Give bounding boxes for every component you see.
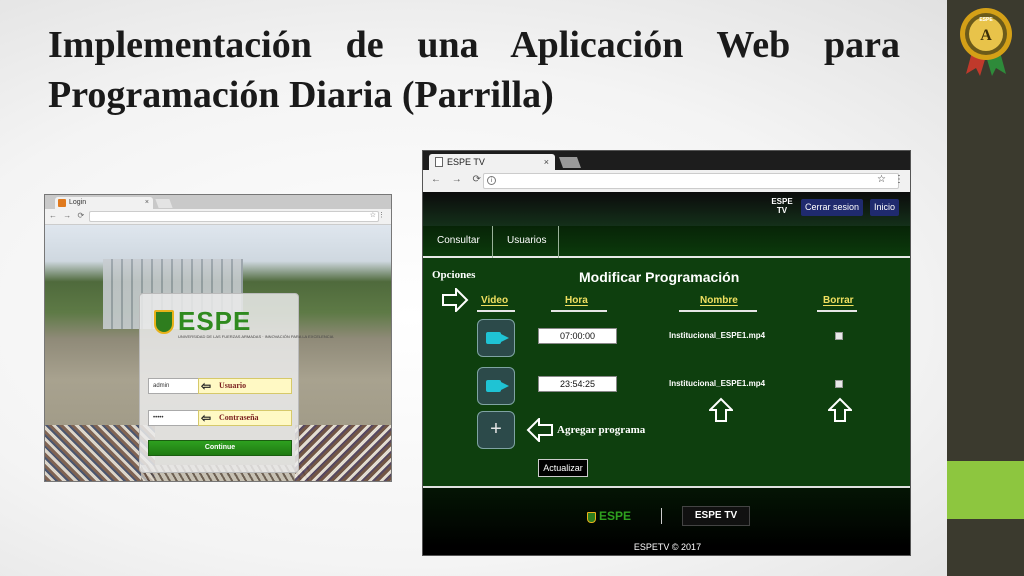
page-title: Modificar Programación [579,269,740,285]
espetv-url-field[interactable]: i [483,173,899,189]
nav-arrows-icon[interactable]: ← → ⟳ [49,211,86,220]
add-program-button[interactable]: + [477,411,515,449]
browser-menu-icon[interactable]: ⋮ [894,174,904,185]
options-label: Opciones [432,269,476,281]
login-address-bar: ← → ⟳ ☆ ⋮ [45,209,391,225]
column-header-borrar: Borrar [823,295,854,306]
close-tab-icon[interactable]: × [145,197,149,209]
favicon-icon [58,199,66,207]
footer-espetv-logo: ESPE TV [682,506,750,526]
home-button[interactable]: Inicio [870,199,900,216]
campus-background-image: ESPE UNIVERSIDAD DE LAS FUERZAS ARMADAS … [45,225,391,481]
footer-espe-logo: ESPE [587,509,647,524]
username-callout-label: Usuario [219,381,247,390]
login-browser-window: Login × ← → ⟳ ☆ ⋮ ESPE UNIVERSIDAD DE LA… [44,194,392,482]
nav-arrows-icon[interactable]: ← → ⟳ [431,174,485,185]
nav-item-consultar[interactable]: Consultar [425,226,493,258]
password-callout: ⇦ Contraseña [198,410,292,426]
svg-text:A: A [980,27,992,44]
column-underline [679,310,757,312]
right-accent-block [947,461,1024,519]
arrow-up-outline-icon [709,397,733,422]
arrow-up-outline-icon [828,397,852,422]
espetv-header-logo: ESPE TV [769,197,795,219]
username-callout: ⇦ Usuario [198,378,292,394]
video-camera-icon [486,380,509,392]
arrow-left-icon: ⇦ [201,379,212,393]
arrow-left-outline-icon [526,418,553,442]
continue-button[interactable]: Continue [148,440,292,456]
video-thumbnail[interactable] [477,319,515,357]
close-tab-icon[interactable]: × [544,154,549,170]
footer-espe-logo-text: ESPE [599,509,632,523]
espe-logo: ESPE UNIVERSIDAD DE LAS FUERZAS ARMADAS … [154,306,333,342]
logout-button[interactable]: Cerrar sesion [801,199,864,216]
column-header-video: Video [481,295,509,306]
espe-logo-subtitle: UNIVERSIDAD DE LAS FUERZAS ARMADAS · INN… [178,334,334,339]
browser-menu-icon[interactable]: ☆ ⋮ [370,211,385,219]
document-icon [435,157,443,167]
footer-copyright: ESPETV © 2017 [633,542,702,552]
footer-separator [661,508,662,524]
login-browser-tab[interactable]: Login × [55,197,153,209]
crowd-right [295,425,391,481]
column-underline [817,310,857,312]
login-tab-title: Login [69,199,87,206]
schedule-editor: Opciones Modificar Programación Video Ho… [423,260,910,486]
espetv-tab-title: ESPE TV [447,157,485,167]
espe-logo-text: ESPE [178,306,252,336]
app-nav-bar: Consultar Usuarios [423,226,910,258]
espe-shield-icon [154,310,174,334]
video-thumbnail[interactable] [477,367,515,405]
app-footer: ESPE ESPE TV ESPETV © 2017 [423,486,910,555]
new-tab-button[interactable] [155,199,173,208]
column-underline [551,310,607,312]
slide-title: Implementación de una Aplicación Web par… [48,24,900,116]
arrow-left-icon: ⇦ [201,411,212,425]
espetv-header-logo-text: ESPE TV [771,197,793,215]
update-button[interactable]: Actualizar [538,459,588,477]
login-tab-bar: Login × [45,195,391,209]
bookmark-star-icon[interactable]: ☆ [877,174,886,185]
svg-text:ESPE: ESPE [979,17,993,23]
column-header-hora: Hora [565,295,588,306]
time-input[interactable]: 07:00:00 [538,328,617,344]
accreditation-seal-icon: A ESPE [960,8,1012,76]
delete-checkbox[interactable] [835,332,843,340]
espetv-browser-tab[interactable]: ESPE TV × [429,154,555,170]
espe-shield-icon [587,512,596,523]
app-header: ESPE TV Cerrar sesion Inicio [423,192,910,226]
login-card: ESPE UNIVERSIDAD DE LAS FUERZAS ARMADAS … [139,293,333,473]
time-input[interactable]: 23:54:25 [538,376,617,392]
program-name: Institucional_ESPE1.mp4 [669,379,766,388]
new-tab-button[interactable] [558,157,582,168]
program-name: Institucional_ESPE1.mp4 [669,331,766,340]
login-url-field[interactable] [89,211,379,222]
espetv-browser-window: ESPE TV × ← → ⟳ i ☆ ⋮ ESPE TV Cerrar ses… [422,150,911,556]
password-callout-label: Contraseña [219,413,259,422]
delete-checkbox[interactable] [835,380,843,388]
column-header-nombre: Nombre [700,295,738,306]
video-camera-icon [486,332,509,344]
espetv-tab-bar: ESPE TV × [423,151,910,170]
arrow-right-outline-icon [442,288,469,312]
column-underline [477,310,515,312]
add-program-label: Agregar programa [557,424,646,436]
site-info-icon[interactable]: i [487,176,496,185]
espetv-address-bar: ← → ⟳ i ☆ ⋮ [423,170,910,192]
nav-item-usuarios[interactable]: Usuarios [495,226,560,258]
